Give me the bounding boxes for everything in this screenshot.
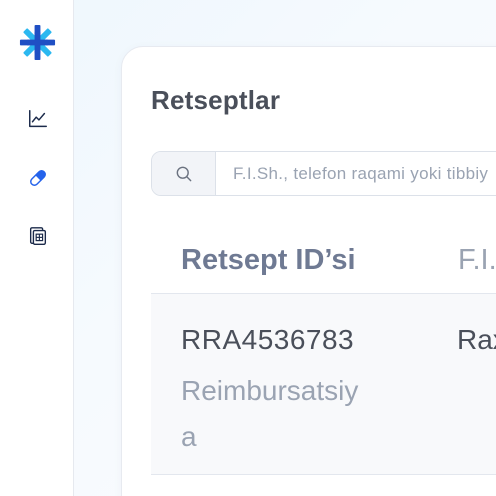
sidebar-item-prescriptions[interactable] xyxy=(24,164,52,192)
column-header-prescription-id[interactable]: Retsept ID’si xyxy=(181,244,356,277)
sidebar-item-documents[interactable] xyxy=(24,222,52,250)
search-input[interactable] xyxy=(216,152,496,195)
table-row[interactable]: RRA4536783 Reimbursatsiya Rax xyxy=(151,294,496,475)
search-icon xyxy=(176,166,191,181)
search-button[interactable] xyxy=(152,152,216,195)
page-title: Retseptlar xyxy=(151,85,281,115)
prescription-type: Reimbursatsiya xyxy=(181,375,359,452)
documents-icon xyxy=(29,227,47,245)
column-header-full-name[interactable]: F.I.Sh. xyxy=(458,244,496,277)
patient-name: Rax xyxy=(457,324,496,355)
asterisk-logo-icon xyxy=(19,24,56,61)
sidebar-item-analytics[interactable] xyxy=(24,105,52,133)
brand-logo[interactable] xyxy=(18,23,57,62)
search-bar xyxy=(151,151,496,196)
pill-icon xyxy=(30,170,46,186)
chart-line-icon xyxy=(29,110,47,128)
sidebar xyxy=(0,0,74,496)
prescription-id: RRA4536783 xyxy=(181,324,355,355)
prescriptions-panel: Retseptlar Retsept ID’si F.I.Sh. RRA4536… xyxy=(121,46,496,496)
app-window: Retseptlar Retsept ID’si F.I.Sh. RRA4536… xyxy=(0,0,496,496)
